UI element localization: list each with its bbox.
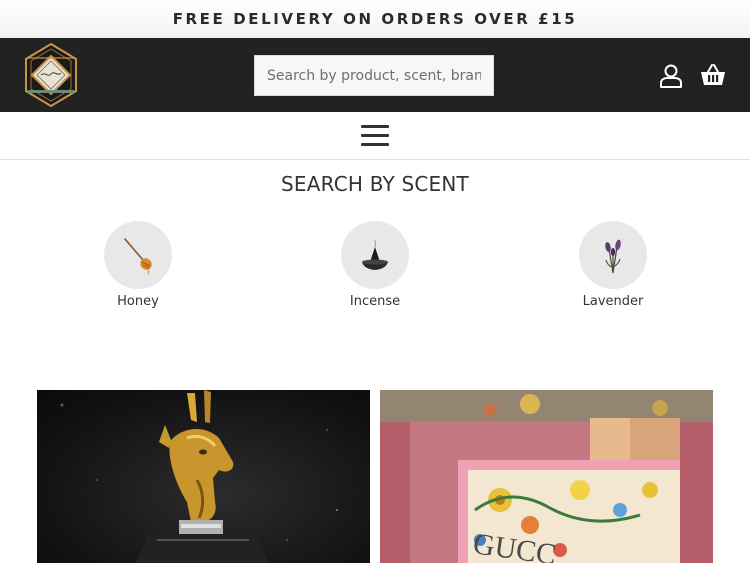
scent-honey-circle bbox=[104, 221, 172, 289]
stag-perfume-image bbox=[60, 390, 339, 563]
brand-logo[interactable] bbox=[20, 42, 82, 108]
scent-incense-label: Incense bbox=[349, 294, 401, 309]
promo-banner: FREE DELIVERY ON ORDERS OVER £15 bbox=[0, 0, 750, 38]
hamburger-menu-icon[interactable] bbox=[361, 125, 389, 147]
scent-lavender[interactable]: Lavender bbox=[553, 221, 673, 309]
scent-incense-circle bbox=[341, 221, 409, 289]
site-header bbox=[0, 38, 750, 112]
scent-incense[interactable]: Incense bbox=[315, 221, 435, 309]
promo-text: FREE DELIVERY ON ORDERS OVER £15 bbox=[172, 10, 578, 28]
account-button[interactable] bbox=[658, 64, 684, 88]
scent-lavender-label: Lavender bbox=[582, 294, 644, 309]
incense-cone-icon bbox=[362, 239, 388, 270]
basket-button[interactable] bbox=[700, 64, 726, 86]
scent-honey-label: Honey bbox=[117, 294, 159, 309]
scent-honey[interactable]: Honey bbox=[78, 221, 198, 309]
lavender-sprig-icon bbox=[605, 239, 621, 274]
gucci-flora-image: GUCC bbox=[380, 390, 713, 563]
search-input[interactable] bbox=[254, 55, 494, 96]
honey-dipper-icon bbox=[124, 238, 152, 275]
scent-section-title: SEARCH BY SCENT bbox=[281, 172, 469, 196]
product-card-stag-perfume[interactable] bbox=[37, 390, 370, 563]
basket-icon bbox=[701, 64, 725, 85]
scent-lavender-circle bbox=[579, 221, 647, 289]
navigation-bar bbox=[0, 112, 750, 160]
brand-logo-icon bbox=[25, 42, 77, 108]
user-icon bbox=[660, 64, 682, 88]
product-card-gucci-flora[interactable]: GUCC bbox=[380, 390, 713, 563]
